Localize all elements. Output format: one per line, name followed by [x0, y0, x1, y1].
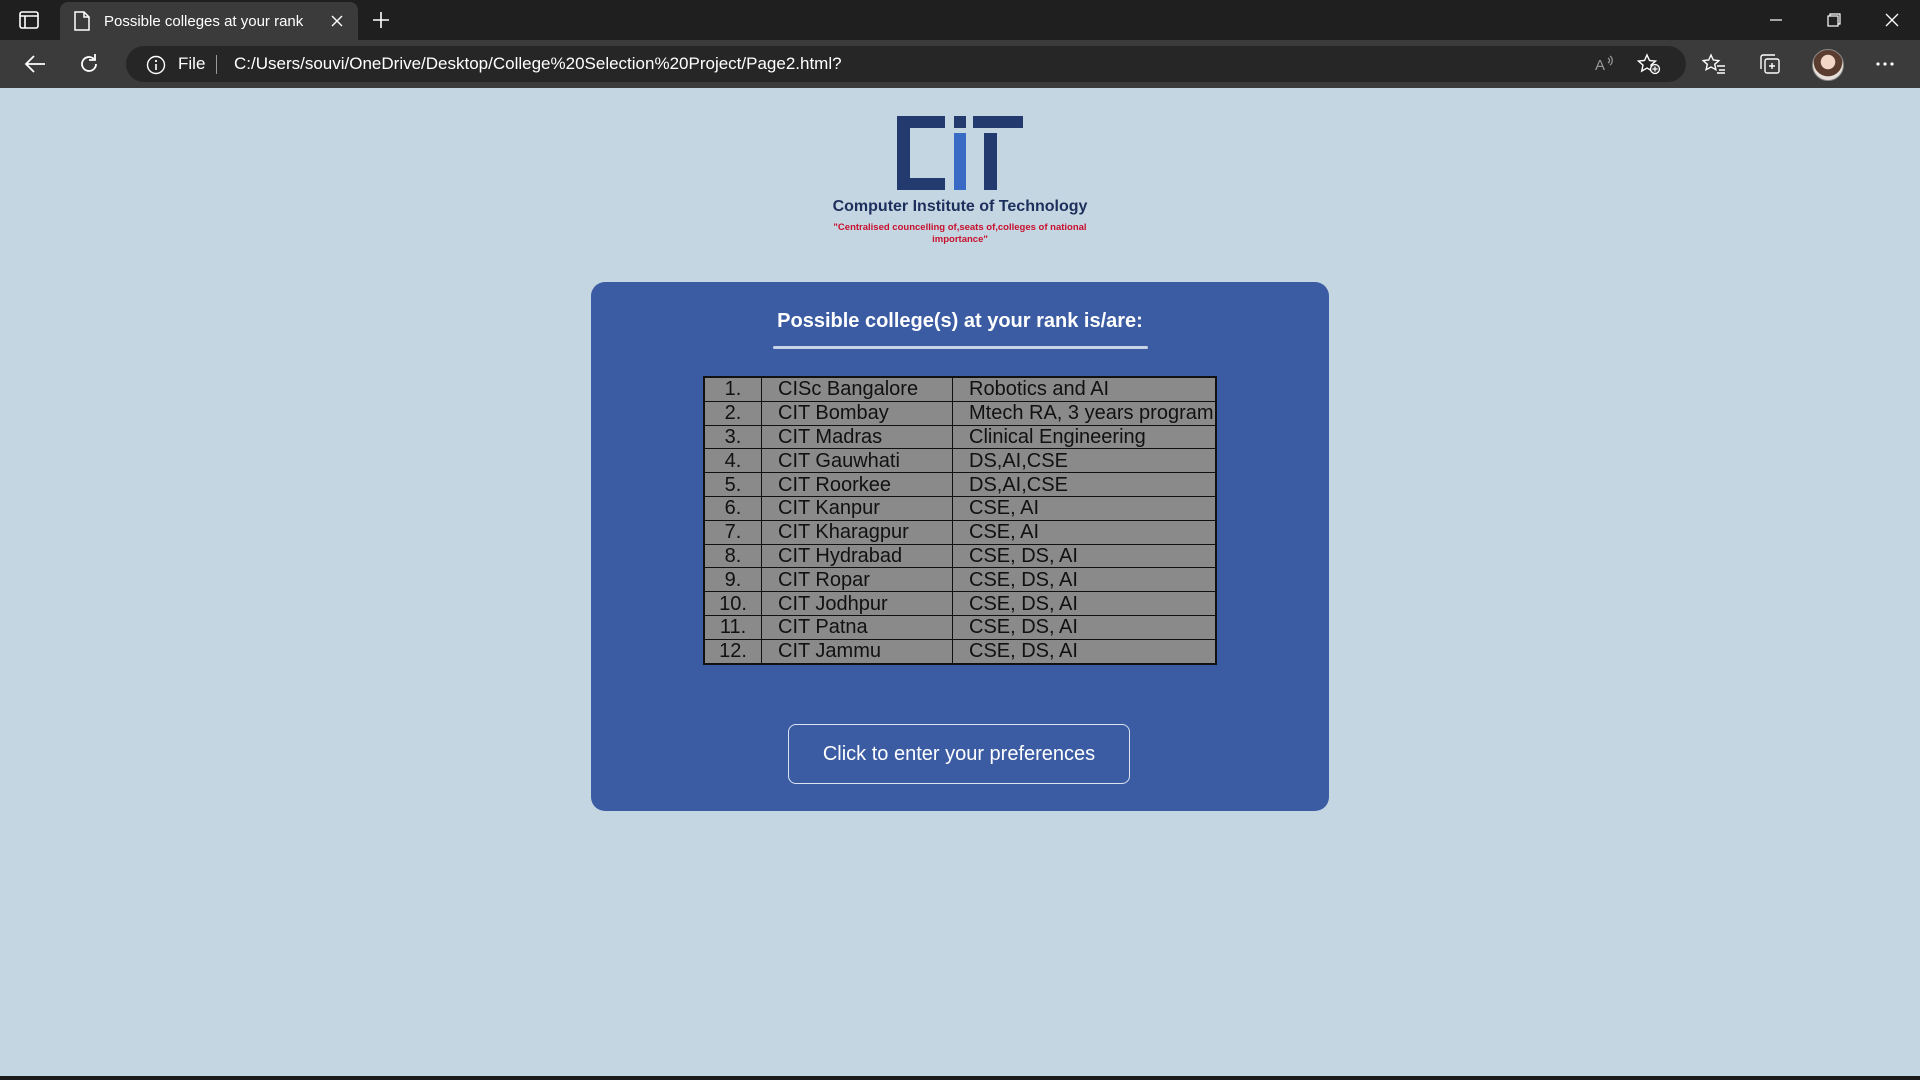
branch-cell: CSE, DS, AI — [952, 543, 1217, 569]
college-name-cell: CIT Jammu — [761, 638, 953, 665]
minimize-icon[interactable] — [1748, 0, 1804, 40]
rank-number-cell: 5. — [703, 472, 762, 497]
institute-tagline: "Centralised councelling of,seats of,col… — [833, 222, 1087, 245]
cit-logo-icon — [897, 116, 1023, 190]
college-name-cell: CIT Madras — [761, 424, 953, 450]
table-row: 10. CIT Jodhpur CSE, DS, AI — [703, 591, 1217, 616]
rank-number-cell: 11. — [703, 614, 762, 640]
tab-active[interactable]: Possible colleges at your rank — [60, 2, 358, 40]
address-url[interactable]: C:/Users/souvi/OneDrive/Desktop/College%… — [234, 54, 842, 74]
results-card: Possible college(s) at your rank is/are:… — [591, 282, 1329, 811]
svg-text:A: A — [1595, 57, 1605, 74]
new-tab-icon[interactable] — [368, 8, 394, 32]
college-name-cell: CIT Kanpur — [761, 495, 953, 521]
college-name-cell: CIT Patna — [761, 614, 953, 640]
rank-number-cell: 7. — [703, 519, 762, 545]
table-row: 5. CIT Roorkee DS,AI,CSE — [703, 472, 1217, 497]
back-icon[interactable] — [18, 48, 52, 80]
college-name-cell: CIT Gauwhati — [761, 448, 953, 474]
college-name-cell: CIT Ropar — [761, 567, 953, 593]
heading-underline — [773, 346, 1148, 349]
branch-cell: CSE, DS, AI — [952, 638, 1217, 665]
table-row: 1. CISc Bangalore Robotics and AI — [703, 376, 1217, 402]
address-scheme-label: File — [178, 54, 206, 73]
browser-toolbar: File C:/Users/souvi/OneDrive/Desktop/Col… — [0, 40, 1920, 88]
info-icon[interactable] — [146, 55, 166, 75]
rank-number-cell: 9. — [703, 567, 762, 593]
profile-avatar[interactable] — [1812, 49, 1844, 81]
college-name-cell: CIT Roorkee — [761, 472, 953, 497]
branch-cell: CSE, DS, AI — [952, 567, 1217, 593]
refresh-icon[interactable] — [72, 48, 106, 80]
rank-number-cell: 2. — [703, 400, 762, 426]
branch-cell: DS,AI,CSE — [952, 448, 1217, 474]
address-separator — [216, 55, 217, 74]
tab-actions-icon[interactable] — [18, 10, 40, 30]
rank-number-cell: 12. — [703, 638, 762, 665]
table-row: 6. CIT Kanpur CSE, AI — [703, 495, 1217, 521]
branch-cell: CSE, DS, AI — [952, 614, 1217, 640]
rank-number-cell: 3. — [703, 424, 762, 450]
rank-number-cell: 10. — [703, 591, 762, 616]
colleges-table: 1. CISc Bangalore Robotics and AI 2. CIT Bom… — [703, 376, 1217, 665]
page-icon — [74, 11, 92, 31]
college-name-cell: CIT Jodhpur — [761, 591, 953, 616]
branch-cell: Clinical Engineering — [952, 424, 1217, 450]
table-row: 4. CIT Gauwhati DS,AI,CSE — [703, 448, 1217, 474]
institute-name: Computer Institute of Technology — [832, 198, 1088, 215]
table-row: 2. CIT Bombay Mtech RA, 3 years program — [703, 400, 1217, 426]
collections-icon[interactable] — [1753, 48, 1787, 80]
college-name-cell: CIT Kharagpur — [761, 519, 953, 545]
college-name-cell: CIT Hydrabad — [761, 543, 953, 569]
table-row: 9. CIT Ropar CSE, DS, AI — [703, 567, 1217, 593]
browser-titlebar: Possible colleges at your rank — [0, 0, 1920, 40]
restore-icon[interactable] — [1806, 0, 1862, 40]
read-aloud-icon[interactable]: A — [1592, 52, 1618, 76]
taskbar-edge — [0, 1076, 1920, 1080]
rank-number-cell: 4. — [703, 448, 762, 474]
address-bar[interactable]: File C:/Users/souvi/OneDrive/Desktop/Col… — [126, 46, 1686, 82]
table-row: 8. CIT Hydrabad CSE, DS, AI — [703, 543, 1217, 569]
tab-title: Possible colleges at your rank — [104, 12, 304, 30]
branch-cell: DS,AI,CSE — [952, 472, 1217, 497]
table-row: 12. CIT Jammu CSE, DS, AI — [703, 638, 1217, 665]
close-tab-icon[interactable] — [322, 6, 352, 36]
table-row: 7. CIT Kharagpur CSE, AI — [703, 519, 1217, 545]
results-heading: Possible college(s) at your rank is/are: — [777, 310, 1143, 332]
rank-number-cell: 6. — [703, 495, 762, 521]
more-options-icon[interactable] — [1868, 48, 1902, 80]
favorites-icon[interactable] — [1697, 48, 1731, 80]
college-name-cell: CIT Bombay — [761, 400, 953, 426]
branch-cell: CSE, DS, AI — [952, 591, 1217, 616]
college-name-cell: CISc Bangalore — [761, 376, 953, 402]
branch-cell: CSE, AI — [952, 519, 1217, 545]
branch-cell: Mtech RA, 3 years program — [952, 400, 1217, 426]
add-favorite-icon[interactable] — [1636, 52, 1662, 76]
rank-number-cell: 8. — [703, 543, 762, 569]
table-row: 3. CIT Madras Clinical Engineering — [703, 424, 1217, 450]
rank-number-cell: 1. — [703, 376, 762, 402]
close-window-icon[interactable] — [1864, 0, 1920, 40]
enter-preferences-button[interactable]: Click to enter your preferences — [788, 724, 1130, 784]
table-row: 11. CIT Patna CSE, DS, AI — [703, 614, 1217, 640]
branch-cell: Robotics and AI — [952, 376, 1217, 402]
branch-cell: CSE, AI — [952, 495, 1217, 521]
logo-block: Computer Institute of Technology "Centra… — [780, 116, 1140, 246]
